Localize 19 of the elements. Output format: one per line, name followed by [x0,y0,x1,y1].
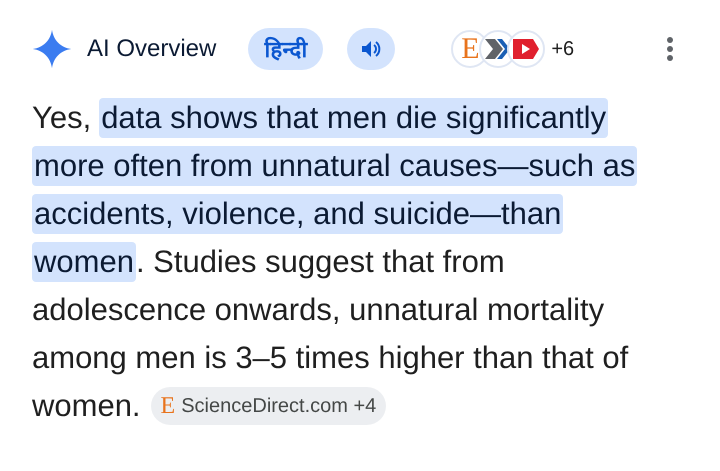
highlighted-text: more often from unnatural causes—such as [32,146,638,186]
highlighted-text: data shows that men die significantly [99,98,608,138]
answer-text: among men is 3–5 times higher than that of [32,339,628,377]
citation-label: ScienceDirect.com +4 [181,394,376,419]
highlighted-text: women [32,242,136,282]
sparkle-icon [31,28,73,70]
answer-text: adolescence onwards, unnatural mortality [32,291,604,329]
language-button[interactable]: हिन्दी [248,28,324,70]
answer-text: women. [32,387,141,425]
source-logo-icon: E [160,394,176,418]
section-title: AI Overview [87,34,216,64]
play-icon [507,30,546,68]
speaker-button[interactable] [347,28,396,70]
highlighted-text: accidents, violence, and suicide—than [32,194,564,234]
sources-count[interactable]: +6 [551,34,574,64]
answer-text: . Studies suggest that from [136,243,505,281]
answer-text: Yes, [32,99,92,137]
citation-chip[interactable]: E ScienceDirect.com +4 [150,387,386,425]
more-options-icon[interactable] [666,36,674,62]
